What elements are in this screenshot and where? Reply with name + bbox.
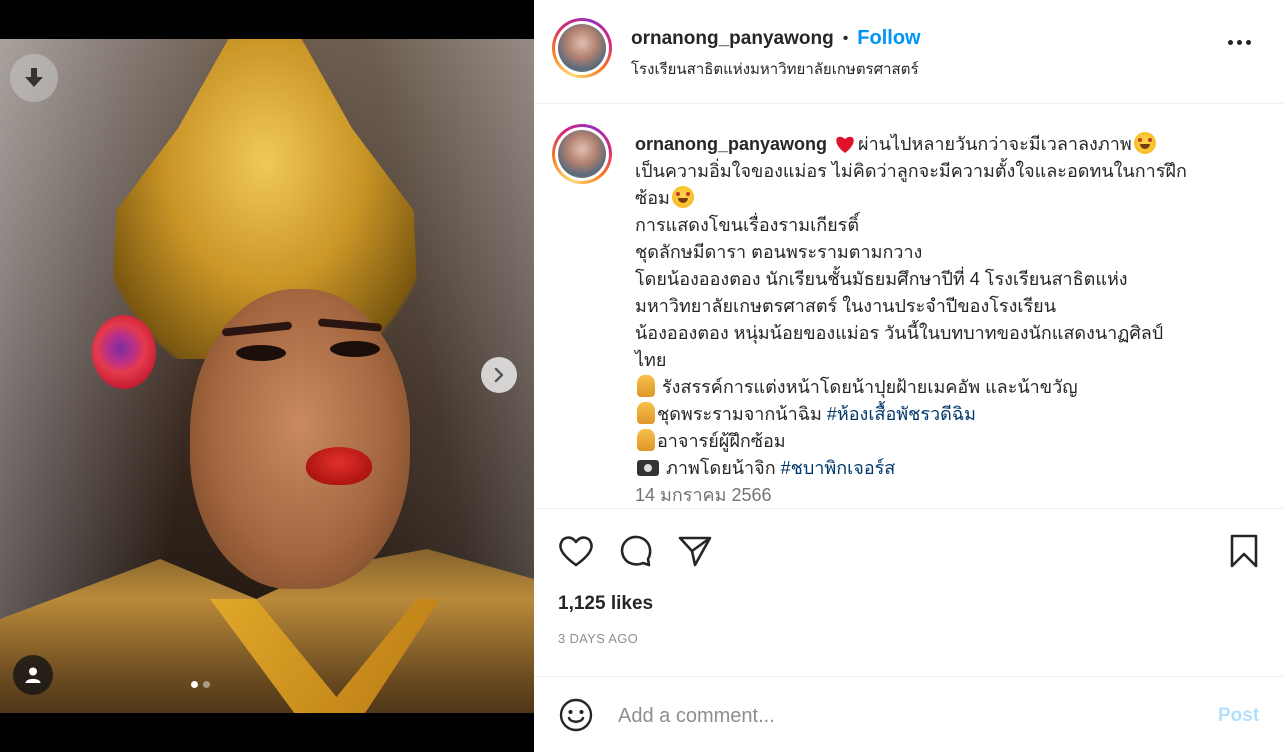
pray-emoji xyxy=(637,402,655,424)
bookmark-icon xyxy=(1230,534,1258,568)
next-image-button[interactable] xyxy=(481,357,517,393)
hashtag-link[interactable]: #ชบาพิกเจอร์ส xyxy=(781,458,896,478)
like-button[interactable] xyxy=(556,531,596,571)
hashtag-link[interactable]: #ห้องเสื้อพัชรวดีฉิม xyxy=(827,404,976,424)
caption-text: ornanong_panyawong ผ่านไปหลายวันกว่าจะมี… xyxy=(635,131,1235,508)
share-button[interactable] xyxy=(675,531,715,571)
comment-icon xyxy=(620,535,652,567)
pray-emoji xyxy=(637,429,655,451)
emoji-button[interactable] xyxy=(558,697,594,733)
tagged-users-button[interactable] xyxy=(13,655,53,695)
caption-line: ซ้อม xyxy=(635,188,670,208)
post-comment-button[interactable]: Post xyxy=(1218,705,1259,727)
heart-icon xyxy=(559,536,593,567)
caption-line: ชุดลักษมีดารา ตอนพระรามตามกวาง xyxy=(635,242,923,262)
caption-username[interactable]: ornanong_panyawong xyxy=(635,134,827,154)
likes-count[interactable]: 1,125 likes xyxy=(558,593,653,615)
emoji-icon xyxy=(559,698,593,732)
carousel-dots xyxy=(191,681,210,688)
red-heart-emoji xyxy=(834,134,856,156)
action-bar: 1,125 likes 3 DAYS AGO xyxy=(534,509,1283,677)
download-icon xyxy=(25,68,43,87)
caption-line: เป็นความอิ่มใจของแม่อร ไม่คิดว่าลูกจะมีค… xyxy=(635,161,1187,181)
post-panel: ornanong_panyawong • Follow โรงเรียนสาธิ… xyxy=(534,0,1283,752)
caption-avatar[interactable] xyxy=(552,124,612,184)
chevron-right-icon xyxy=(494,367,504,383)
post-photo[interactable] xyxy=(0,39,534,713)
username-link[interactable]: ornanong_panyawong xyxy=(631,28,834,50)
comment-button[interactable] xyxy=(616,531,656,571)
post-header: ornanong_panyawong • Follow โรงเรียนสาธิ… xyxy=(534,0,1283,104)
caption-line: น้องอองตอง หนุ่มน้อยของแม่อร วันนี้ในบทบ… xyxy=(635,323,1164,343)
download-button[interactable] xyxy=(10,54,58,102)
caption-line: ภาพโดยน้าจิก xyxy=(661,458,781,478)
media-pane xyxy=(0,0,534,752)
caption-line: โดยน้องอองตอง นักเรียนชั้นมัธยมศึกษาปีที… xyxy=(635,269,1128,289)
caption-line: รังสรรค์การแต่งหน้าโดยน้าปุยฝ้ายเมคอัพ แ… xyxy=(657,377,1078,397)
caption-line: ชุดพระรามจากน้าฉิม xyxy=(657,404,827,424)
caption-line: มหาวิทยาลัยเกษตรศาสตร์ ในงานประจำปีของโร… xyxy=(635,296,1057,316)
user-icon xyxy=(25,667,41,683)
caption-line: ไทย xyxy=(635,350,667,370)
comment-input[interactable] xyxy=(618,701,1178,731)
smiling-hearts-emoji xyxy=(1133,132,1156,154)
post-modal: ornanong_panyawong • Follow โรงเรียนสาธิ… xyxy=(0,0,1283,752)
carousel-dot-1 xyxy=(191,681,198,688)
more-options-icon[interactable] xyxy=(1228,40,1251,45)
follow-button[interactable]: Follow xyxy=(857,27,920,50)
send-icon xyxy=(678,536,712,567)
caption-line: อาจารย์ผู้ฝึกซ้อม xyxy=(657,431,786,451)
pray-emoji xyxy=(637,375,655,397)
camera-emoji xyxy=(637,460,659,476)
separator-dot: • xyxy=(842,29,849,47)
caption-area: ornanong_panyawong ผ่านไปหลายวันกว่าจะมี… xyxy=(534,104,1283,509)
post-timestamp[interactable]: 3 DAYS AGO xyxy=(558,631,638,646)
save-button[interactable] xyxy=(1224,531,1264,571)
avatar[interactable] xyxy=(552,18,612,78)
comment-bar: Post xyxy=(534,677,1283,752)
caption-line: การแสดงโขนเรื่องรามเกียรติ์ xyxy=(635,215,860,235)
caption-date: 14 มกราคม 2566 xyxy=(635,485,772,505)
smiling-hearts-emoji xyxy=(671,186,694,208)
caption-line: ผ่านไปหลายวันกว่าจะมีเวลาลงภาพ xyxy=(858,134,1132,154)
carousel-dot-2 xyxy=(203,681,210,688)
location-link[interactable]: โรงเรียนสาธิตแห่งมหาวิทยาลัยเกษตรศาสตร์ xyxy=(631,57,919,81)
